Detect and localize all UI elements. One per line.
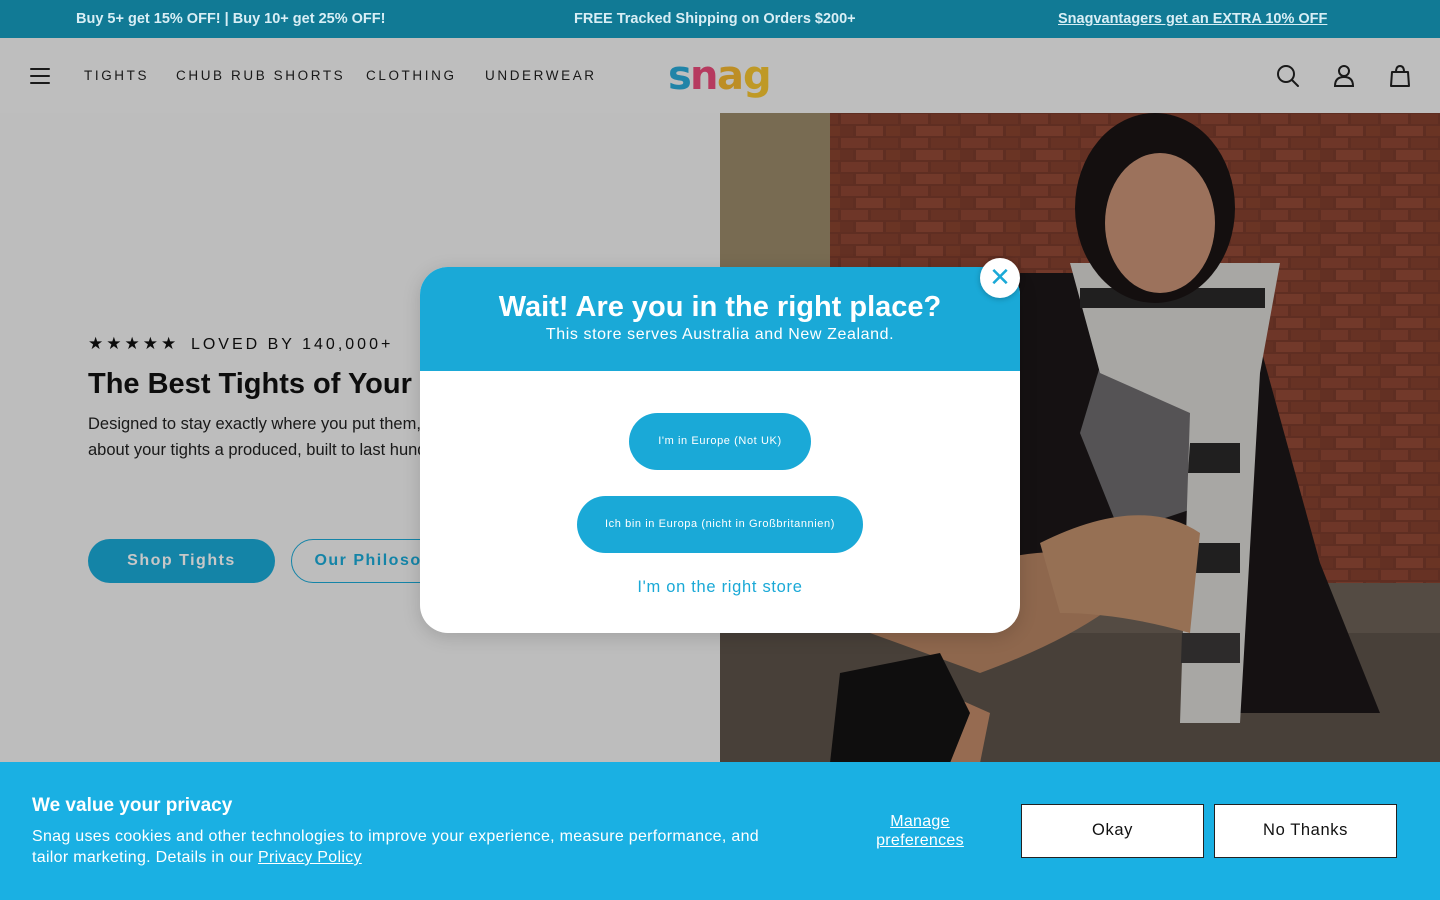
manage-preferences-link[interactable]: Manage preferences — [864, 812, 976, 850]
right-store-link[interactable]: I'm on the right store — [420, 578, 1020, 597]
announcement-shipping[interactable]: FREE Tracked Shipping on Orders $200+ — [574, 11, 856, 27]
cookie-text: Snag uses cookies and other technologies… — [32, 826, 772, 868]
europe-store-button[interactable]: I'm in Europe (Not UK) — [629, 413, 811, 470]
cookie-body: Snag uses cookies and other technologies… — [32, 828, 759, 866]
modal-subtitle: This store serves Australia and New Zeal… — [545, 326, 895, 343]
cookie-banner: We value your privacy Snag uses cookies … — [0, 762, 1440, 900]
europe-store-german-button[interactable]: Ich bin in Europa (nicht in Großbritanni… — [577, 496, 863, 553]
no-thanks-button[interactable]: No Thanks — [1214, 804, 1397, 858]
privacy-policy-link[interactable]: Privacy Policy — [258, 849, 362, 866]
announcement-snagvantagers-link[interactable]: Snagvantagers get an EXTRA 10% OFF — [1058, 11, 1327, 27]
region-modal: Wait! Are you in the right place? This s… — [420, 267, 1020, 633]
announcement-discount[interactable]: Buy 5+ get 15% OFF! | Buy 10+ get 25% OF… — [76, 11, 385, 27]
modal-header: Wait! Are you in the right place? This s… — [420, 267, 1020, 371]
announcement-bar: Buy 5+ get 15% OFF! | Buy 10+ get 25% OF… — [0, 0, 1440, 38]
modal-title: Wait! Are you in the right place? — [498, 291, 942, 323]
cookie-title: We value your privacy — [32, 795, 233, 816]
okay-button[interactable]: Okay — [1021, 804, 1204, 858]
close-icon[interactable]: ✕ — [980, 258, 1020, 298]
